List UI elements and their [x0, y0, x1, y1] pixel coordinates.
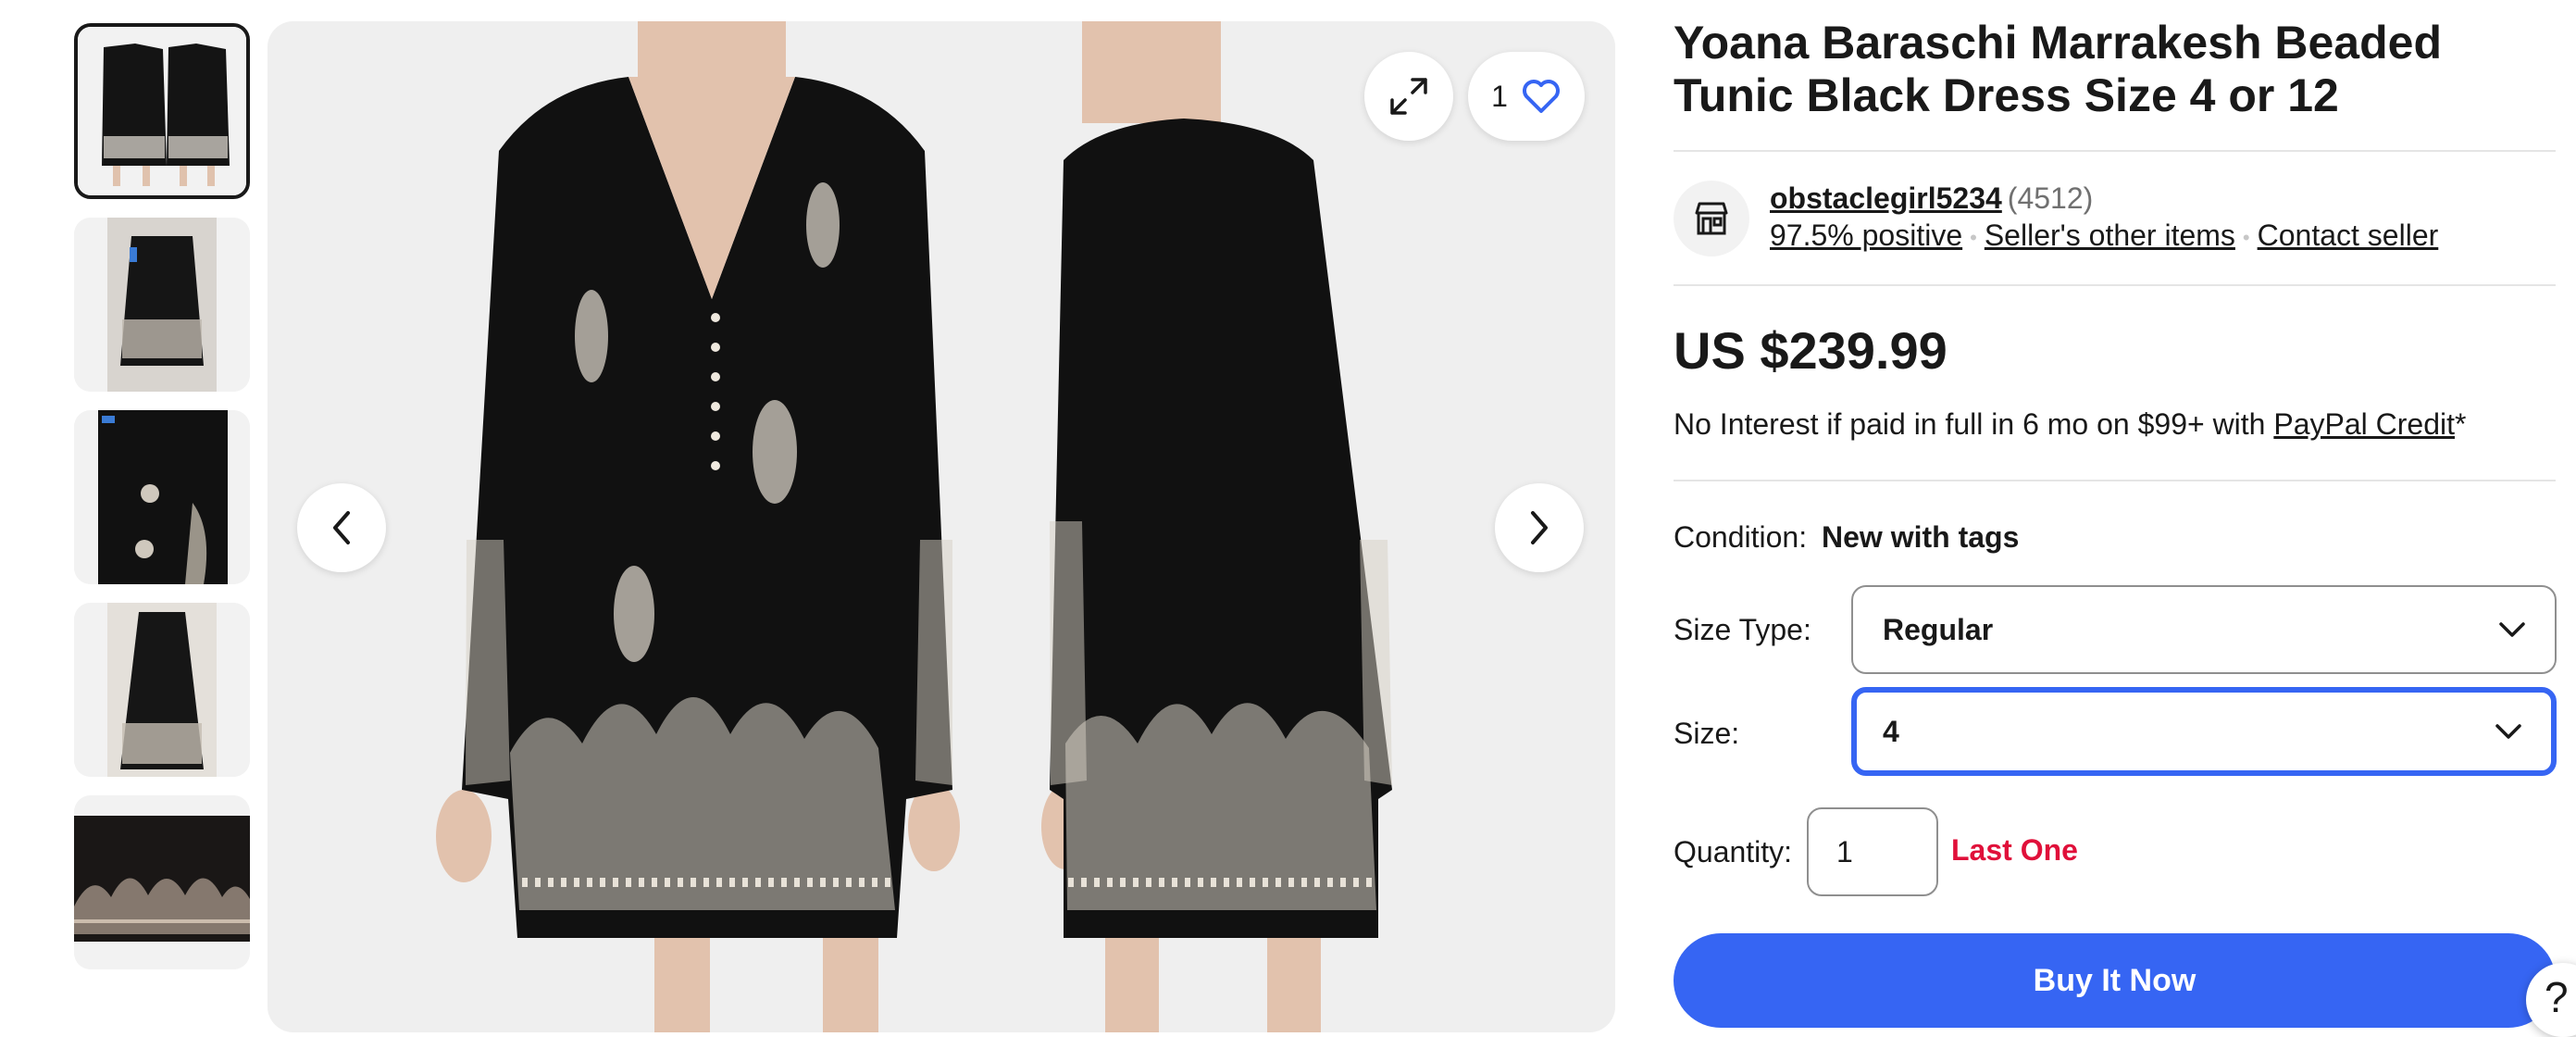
paypal-credit-link[interactable]: PayPal Credit — [2273, 407, 2455, 441]
thumbnail-image-detail — [74, 410, 250, 584]
size-type-value: Regular — [1883, 612, 1994, 646]
seller-positive-link[interactable]: 97.5% positive — [1770, 219, 1962, 252]
financing-text: No Interest if paid in full in 6 mo on $… — [1674, 407, 2274, 441]
product-title: Yoana Baraschi Marrakesh Beaded Tunic Bl… — [1674, 17, 2443, 121]
main-product-image[interactable]: 1 — [268, 21, 1615, 1032]
condition-value: New with tags — [1822, 520, 2020, 554]
previous-image-button[interactable] — [297, 483, 386, 572]
size-type-label: Size Type: — [1674, 613, 1811, 646]
thumbnail-image-front-back — [78, 27, 246, 195]
expand-button[interactable] — [1364, 52, 1453, 141]
separator-dot: • — [1970, 225, 1977, 249]
seller-links: 97.5% positive • Seller's other items • Cont… — [1770, 219, 2438, 253]
divider — [1674, 150, 2556, 152]
dress-photo — [268, 21, 1615, 1032]
watch-button[interactable]: 1 — [1468, 52, 1585, 141]
thumbnail-4[interactable] — [74, 603, 250, 777]
chevron-left-icon — [333, 511, 350, 544]
item-price: US $239.99 — [1674, 321, 1948, 380]
heart-icon — [1522, 80, 1560, 113]
thumbnail-3[interactable] — [74, 410, 250, 584]
quantity-label: Quantity: — [1674, 835, 1793, 868]
seller-info: obstaclegirl5234 (4512) — [1770, 181, 2093, 216]
thumbnail-1[interactable] — [74, 23, 250, 199]
chevron-down-icon — [2499, 622, 2525, 637]
financing-note: No Interest if paid in full in 6 mo on $… — [1674, 407, 2466, 442]
store-icon[interactable] — [1674, 181, 1749, 256]
financing-asterisk: * — [2455, 407, 2467, 441]
size-value: 4 — [1883, 714, 1899, 748]
storefront-glyph — [1695, 202, 1728, 235]
buy-it-now-button[interactable]: Buy It Now — [1674, 933, 2556, 1028]
thumbnail-image-hanger — [74, 218, 250, 392]
thumbnail-5[interactable] — [74, 795, 250, 969]
quantity-input[interactable]: 1 — [1807, 807, 1938, 896]
next-image-button[interactable] — [1495, 483, 1584, 572]
thumbnail-2[interactable] — [74, 218, 250, 392]
thumbnail-list — [74, 23, 254, 988]
condition-label: Condition: — [1674, 520, 1808, 554]
size-type-select[interactable]: Regular — [1851, 585, 2557, 674]
chevron-right-icon — [1531, 511, 1548, 544]
size-label: Size: — [1674, 717, 1740, 750]
seller-name-link[interactable]: obstaclegirl5234 — [1770, 181, 2002, 215]
size-select[interactable]: 4 — [1851, 687, 2557, 776]
contact-seller-link[interactable]: Contact seller — [2258, 219, 2439, 252]
seller-feedback-count: (4512) — [2007, 181, 2094, 215]
chevron-down-icon — [2495, 724, 2521, 739]
thumbnail-image-embroidery — [74, 795, 250, 969]
thumbnail-image-back — [74, 603, 250, 777]
watch-count: 1 — [1491, 79, 1508, 113]
seller-other-items-link[interactable]: Seller's other items — [1985, 219, 2235, 252]
divider — [1674, 284, 2556, 286]
expand-icon — [1390, 78, 1427, 115]
separator-dot: • — [2242, 225, 2250, 249]
divider — [1674, 480, 2556, 481]
availability-status: Last One — [1951, 833, 2078, 867]
